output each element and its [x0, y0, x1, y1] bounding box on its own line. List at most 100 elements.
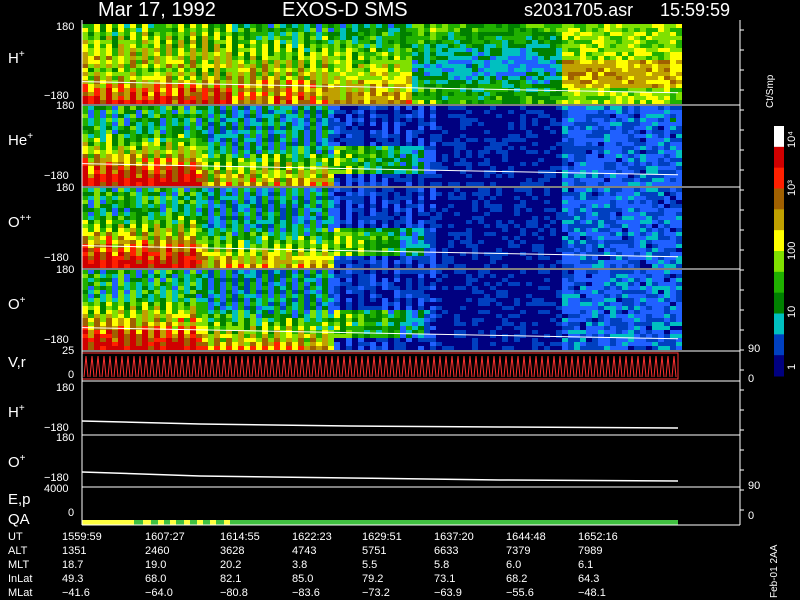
spectrogram-cell [178, 182, 184, 186]
spectrogram-cell [670, 28, 676, 32]
spectrogram-cell [514, 122, 520, 126]
spectrogram-cell [154, 146, 160, 150]
spectrogram-cell [646, 106, 652, 110]
spectrogram-cell [472, 174, 478, 178]
spectrogram-cell [88, 106, 94, 110]
spectrogram-cell [274, 188, 280, 192]
spectrogram-cell [430, 56, 436, 60]
spectrogram-cell [286, 224, 292, 228]
spectrogram-cell [172, 130, 178, 134]
spectrogram-cell [628, 56, 634, 60]
spectrogram-cell [514, 32, 520, 36]
spectrogram-cell [490, 76, 496, 80]
spectrogram-cell [316, 130, 322, 134]
spectrogram-cell [490, 122, 496, 126]
spectrogram-cell [478, 106, 484, 110]
spectrogram-cell [208, 138, 214, 142]
spectrogram-cell [508, 44, 514, 48]
spectrogram-cell [676, 60, 682, 64]
spectrogram-cell [532, 28, 538, 32]
spectrogram-cell [316, 48, 322, 52]
spectrogram-cell [196, 220, 202, 224]
spectrogram-cell [358, 44, 364, 48]
spectrogram-cell [352, 28, 358, 32]
spectrogram-cell [298, 216, 304, 220]
spectrogram-cell [286, 92, 292, 96]
spectrogram-cell [574, 36, 580, 40]
spectrogram-cell [292, 110, 298, 114]
spectrogram-cell [544, 166, 550, 170]
spectrogram-cell [442, 92, 448, 96]
spectrogram-cell [508, 174, 514, 178]
spectrogram-cell [346, 200, 352, 204]
spectrogram-cell [502, 166, 508, 170]
spectrogram-cell [178, 200, 184, 204]
spectrogram-cell [184, 134, 190, 138]
spectrogram-cell [406, 146, 412, 150]
spectrogram-cell [136, 162, 142, 166]
spectrogram-cell [346, 114, 352, 118]
spectrogram-cell [658, 166, 664, 170]
spectrogram-cell [622, 138, 628, 142]
spectrogram-cell [544, 44, 550, 48]
spectrogram-cell [166, 224, 172, 228]
spectrogram-cell [658, 118, 664, 122]
spectrogram-cell [340, 200, 346, 204]
spectrogram-cell [580, 84, 586, 88]
spectrogram-cell [622, 130, 628, 134]
spectrogram-cell [136, 118, 142, 122]
spectrogram-cell [412, 170, 418, 174]
spectrogram-cell [658, 162, 664, 166]
spectrogram-cell [364, 204, 370, 208]
spectrogram-cell [160, 264, 166, 268]
spectrogram-cell [82, 150, 88, 154]
spectrogram-cell [112, 252, 118, 256]
spectrogram-cell [364, 224, 370, 228]
spectrogram-cell [520, 68, 526, 72]
spectrogram-cell [106, 118, 112, 122]
spectrogram-cell [370, 114, 376, 118]
spectrogram-cell [484, 36, 490, 40]
spectrogram-cell [376, 60, 382, 64]
spectrogram-cell [670, 64, 676, 68]
spectrogram-cell [172, 264, 178, 268]
spectrogram-cell [400, 118, 406, 122]
spectrogram-cell [514, 178, 520, 182]
spectrogram-cell [412, 162, 418, 166]
spectrogram-cell [316, 224, 322, 228]
spectrogram-cell [118, 100, 124, 104]
spectrogram-cell [154, 196, 160, 200]
spectrogram-cell [262, 252, 268, 256]
spectrogram-cell [100, 40, 106, 44]
spectrogram-cell [484, 68, 490, 72]
spectrogram-cell [508, 110, 514, 114]
spectrogram-cell [166, 92, 172, 96]
spectrogram-cell [178, 92, 184, 96]
spectrogram-cell [544, 162, 550, 166]
spectrogram-cell [160, 40, 166, 44]
spectrogram-cell [526, 56, 532, 60]
spectrogram-cell [244, 224, 250, 228]
spectrogram-cell [250, 170, 256, 174]
spectrogram-cell [436, 100, 442, 104]
spectrogram-cell [526, 110, 532, 114]
spectrogram-cell [106, 88, 112, 92]
spectrogram-cell [280, 40, 286, 44]
spectrogram-cell [670, 110, 676, 114]
spectrogram-cell [328, 204, 334, 208]
spectrogram-cell [88, 240, 94, 244]
spectrogram-cell [508, 126, 514, 130]
spectrogram-cell [412, 76, 418, 80]
spectrogram-cell [304, 256, 310, 260]
spectrogram-cell [322, 212, 328, 216]
spectrogram-cell [322, 100, 328, 104]
spectrogram-cell [292, 208, 298, 212]
spectrogram-cell [226, 110, 232, 114]
spectrogram-cell [484, 84, 490, 88]
spectrogram-cell [142, 178, 148, 182]
spectrogram-cell [88, 208, 94, 212]
spectrogram-cell [400, 32, 406, 36]
spectrogram-cell [340, 40, 346, 44]
spectrogram-cell [124, 138, 130, 142]
spectrogram-cell [436, 110, 442, 114]
